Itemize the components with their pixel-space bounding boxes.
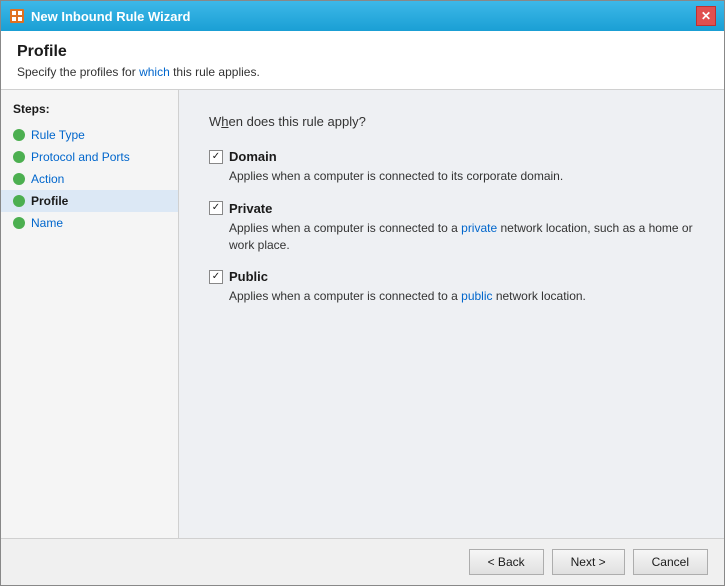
window-title: New Inbound Rule Wizard (31, 9, 191, 24)
main-body: Steps: Rule Type Protocol and Ports Acti… (1, 90, 724, 538)
cancel-button[interactable]: Cancel (633, 549, 708, 575)
sidebar-item-label-action: Action (31, 172, 64, 186)
sidebar-item-label-profile: Profile (31, 194, 68, 208)
page-title: Profile (17, 43, 708, 61)
window-icon (9, 8, 25, 24)
question-before: W (209, 114, 221, 129)
sidebar-item-action[interactable]: Action (1, 168, 178, 190)
profile-option-header-domain: ✓ Domain (209, 149, 694, 164)
title-bar: New Inbound Rule Wizard ✕ (1, 1, 724, 31)
sidebar-item-name[interactable]: Name (1, 212, 178, 234)
step-dot-profile (13, 195, 25, 207)
window: New Inbound Rule Wizard ✕ Profile Specif… (0, 0, 725, 586)
next-button[interactable]: Next > (552, 549, 625, 575)
checkbox-public[interactable]: ✓ (209, 270, 223, 284)
sidebar-item-label-name: Name (31, 216, 63, 230)
steps-label: Steps: (1, 102, 178, 124)
header-section: Profile Specify the profiles for which t… (1, 31, 724, 90)
close-button[interactable]: ✕ (696, 6, 716, 26)
profile-option-header-private: ✓ Private (209, 201, 694, 216)
checkbox-private-check: ✓ (212, 203, 220, 213)
profile-option-name-domain: Domain (229, 149, 277, 164)
question-after: en does this rule apply? (229, 114, 366, 129)
profile-option-desc-public: Applies when a computer is connected to … (209, 288, 694, 305)
step-dot-rule-type (13, 129, 25, 141)
profile-option-header-public: ✓ Public (209, 269, 694, 284)
private-highlight: private (461, 221, 497, 235)
profile-option-public: ✓ Public Applies when a computer is conn… (209, 269, 694, 305)
header-subtitle: Specify the profiles for which this rule… (17, 65, 708, 79)
checkbox-public-check: ✓ (212, 272, 220, 282)
checkbox-private[interactable]: ✓ (209, 201, 223, 215)
sidebar-item-protocol-and-ports[interactable]: Protocol and Ports (1, 146, 178, 168)
subtitle-after: this rule applies. (170, 65, 260, 79)
sidebar-item-label-protocol: Protocol and Ports (31, 150, 130, 164)
sidebar-item-profile[interactable]: Profile (1, 190, 178, 212)
checkbox-domain[interactable]: ✓ (209, 150, 223, 164)
public-highlight: public (461, 289, 492, 303)
subtitle-before: Specify the profiles for (17, 65, 139, 79)
profile-option-domain: ✓ Domain Applies when a computer is conn… (209, 149, 694, 185)
subtitle-highlight: which (139, 65, 170, 79)
step-dot-name (13, 217, 25, 229)
title-bar-left: New Inbound Rule Wizard (9, 8, 191, 24)
back-button[interactable]: < Back (469, 549, 544, 575)
sidebar: Steps: Rule Type Protocol and Ports Acti… (1, 90, 179, 538)
profile-option-desc-private: Applies when a computer is connected to … (209, 220, 694, 254)
step-dot-action (13, 173, 25, 185)
checkbox-domain-check: ✓ (212, 152, 220, 162)
profile-option-desc-domain: Applies when a computer is connected to … (209, 168, 694, 185)
sidebar-item-label-rule-type: Rule Type (31, 128, 85, 142)
question-underline: h (221, 114, 228, 129)
profile-option-name-private: Private (229, 201, 272, 216)
main-panel: When does this rule apply? ✓ Domain Appl… (179, 90, 724, 538)
footer: < Back Next > Cancel (1, 538, 724, 585)
profile-option-private: ✓ Private Applies when a computer is con… (209, 201, 694, 254)
step-dot-protocol (13, 151, 25, 163)
profile-option-name-public: Public (229, 269, 268, 284)
sidebar-item-rule-type[interactable]: Rule Type (1, 124, 178, 146)
content-area: Profile Specify the profiles for which t… (1, 31, 724, 585)
question: When does this rule apply? (209, 114, 694, 129)
